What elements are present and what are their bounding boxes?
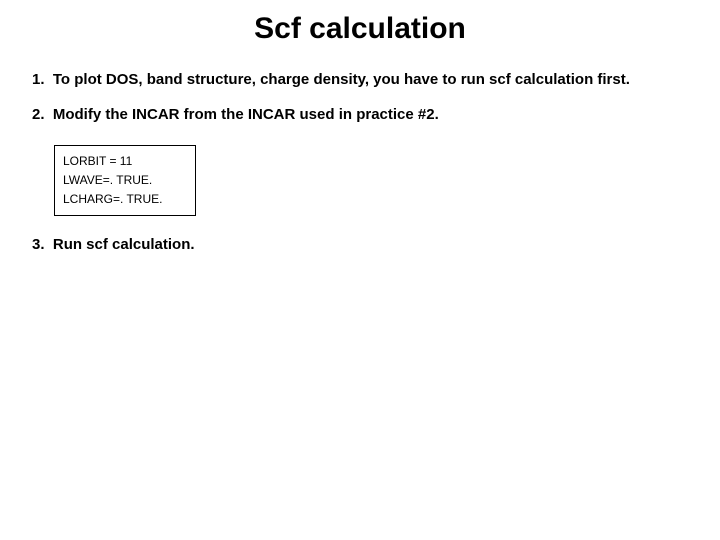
list-item: 1. To plot DOS, band structure, charge d… (32, 71, 700, 90)
list-item: 3. Run scf calculation. (32, 236, 700, 255)
code-box: LORBIT = 11 LWAVE=. TRUE. LCHARG=. TRUE. (54, 145, 196, 217)
instruction-list: 1. To plot DOS, band structure, charge d… (20, 71, 700, 125)
item-number: 2. (32, 106, 45, 123)
item-text: Run scf calculation. (53, 236, 195, 253)
code-line: LORBIT = 11 (63, 152, 185, 171)
instruction-list-continued: 3. Run scf calculation. (20, 236, 700, 255)
item-number: 1. (32, 71, 45, 88)
item-text: To plot DOS, band structure, charge dens… (53, 71, 630, 88)
item-number: 3. (32, 236, 45, 253)
list-item: 2. Modify the INCAR from the INCAR used … (32, 106, 700, 125)
code-line: LWAVE=. TRUE. (63, 171, 185, 190)
code-line: LCHARG=. TRUE. (63, 190, 185, 209)
page-title: Scf calculation (20, 12, 700, 46)
item-text: Modify the INCAR from the INCAR used in … (53, 106, 439, 123)
